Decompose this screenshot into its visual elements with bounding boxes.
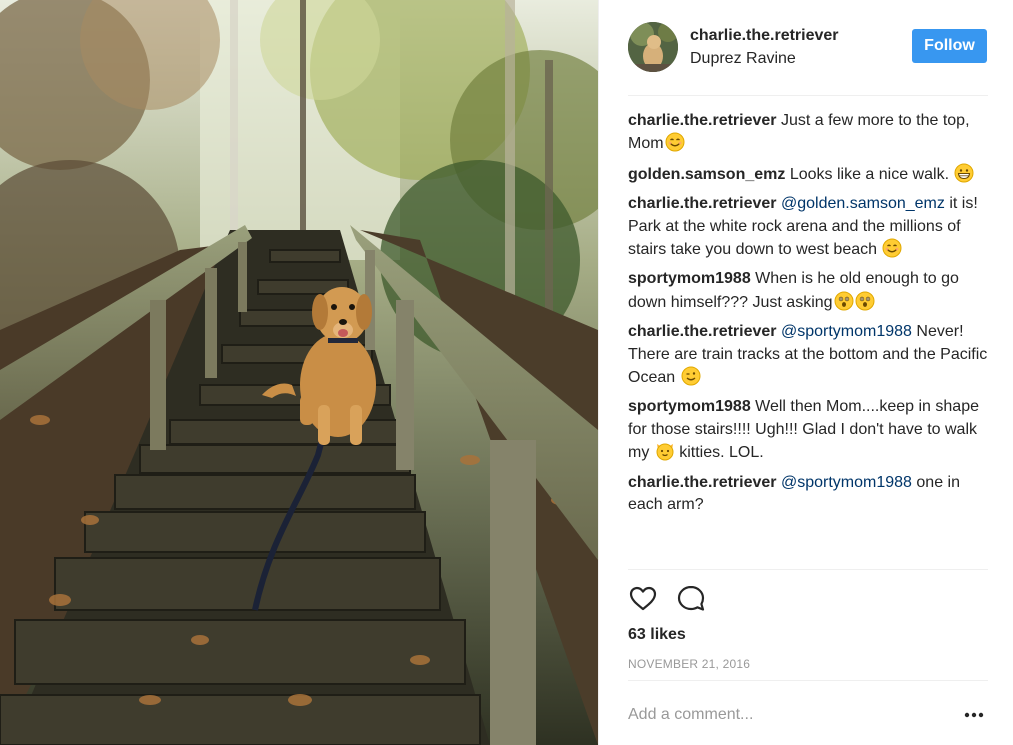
avatar-image — [628, 22, 678, 72]
comment-username[interactable]: sportymom1988 — [628, 398, 751, 415]
post-location[interactable]: Duprez Ravine — [690, 50, 796, 68]
post-details-panel: charlie.the.retriever Duprez Ravine Foll… — [598, 0, 1013, 745]
avatar[interactable] — [628, 22, 678, 72]
add-comment-bar — [628, 680, 988, 745]
dog-on-stairs-image — [0, 0, 598, 745]
comment-username[interactable]: sportymom1988 — [628, 270, 751, 287]
comment-item: charlie.the.retriever @sportymom1988 Nev… — [628, 321, 988, 389]
smiling-face-emoji — [881, 238, 902, 258]
comment-text: Looks like a nice walk. — [785, 165, 954, 183]
comment-list: charlie.the.retriever Just a few more to… — [628, 110, 988, 566]
comment-username[interactable]: charlie.the.retriever — [628, 195, 777, 212]
winking-face-emoji — [680, 366, 701, 386]
comment-username[interactable]: golden.samson_emz — [628, 166, 785, 183]
astonished-face-emoji — [854, 291, 875, 311]
heart-icon[interactable] — [626, 582, 660, 616]
post-author-username[interactable]: charlie.the.retriever — [690, 27, 839, 45]
astonished-face-emoji — [833, 291, 854, 311]
grinning-face-emoji — [953, 163, 974, 183]
ellipsis-icon[interactable] — [962, 703, 986, 727]
post-header: charlie.the.retriever Duprez Ravine Foll… — [628, 20, 988, 96]
comment-item: sportymom1988 Well then Mom....keep in s… — [628, 396, 988, 464]
comment-bubble-icon[interactable] — [674, 582, 708, 616]
comment-text: kitties. LOL. — [674, 444, 764, 462]
comment-mention-link[interactable]: @golden.samson_emz — [781, 195, 945, 212]
post-date[interactable]: NOVEMBER 21, 2016 — [628, 657, 750, 671]
follow-button[interactable]: Follow — [912, 29, 987, 63]
likes-count[interactable]: 63 likes — [628, 626, 686, 644]
comment-item: charlie.the.retriever @golden.samson_emz… — [628, 193, 988, 261]
cat-face-emoji — [654, 443, 675, 461]
instagram-post: charlie.the.retriever Duprez Ravine Foll… — [0, 0, 1013, 745]
comment-username[interactable]: charlie.the.retriever — [628, 112, 777, 129]
actions-divider — [628, 569, 988, 570]
comment-item: charlie.the.retriever @sportymom1988 one… — [628, 472, 988, 517]
comment-username[interactable]: charlie.the.retriever — [628, 474, 777, 491]
action-bar — [626, 582, 726, 616]
comment-username[interactable]: charlie.the.retriever — [628, 323, 777, 340]
comment-mention-link[interactable]: @sportymom1988 — [781, 323, 912, 340]
smiling-face-emoji — [664, 132, 685, 152]
add-comment-input[interactable] — [628, 703, 948, 727]
comment-item: sportymom1988 When is he old enough to g… — [628, 268, 988, 314]
comment-item: golden.samson_emz Looks like a nice walk… — [628, 163, 988, 186]
post-photo[interactable] — [0, 0, 598, 745]
comment-item: charlie.the.retriever Just a few more to… — [628, 110, 988, 156]
comment-mention-link[interactable]: @sportymom1988 — [781, 474, 912, 491]
